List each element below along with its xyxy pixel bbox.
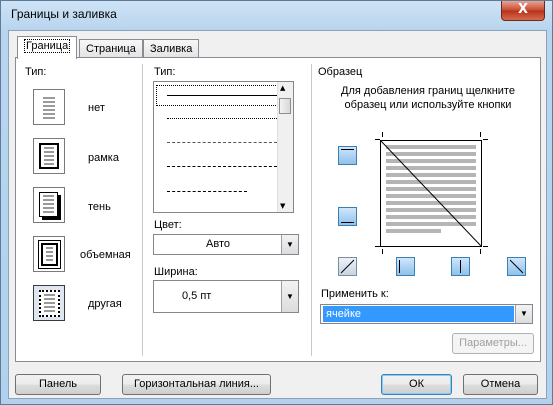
dialog-client-area: Граница Страница Заливка Тип: нет рамка … [8,30,547,399]
corner-tick [483,139,488,140]
scroll-up-icon[interactable]: ▲ [280,84,285,92]
setting-custom-label: другая [88,298,122,310]
tab-page[interactable]: Страница [79,39,143,58]
chevron-down-icon[interactable]: ▼ [515,305,532,323]
custom-border-icon [39,290,60,317]
setting-shadow-button[interactable] [33,187,65,223]
line-style-scrollbar[interactable]: ▲ ▼ [277,82,293,212]
divider-right [311,64,312,356]
border-preview[interactable] [380,140,482,247]
bottom-border-button[interactable] [338,207,357,226]
horizontal-line-button[interactable]: Горизонтальная линия... [122,374,271,395]
cancel-button[interactable]: Отмена [463,374,538,395]
divider-left [142,64,143,356]
dialog-window: Границы и заливка X Граница Страница Зал… [0,0,553,405]
close-button[interactable]: X [501,1,545,21]
color-label: Цвет: [154,219,182,231]
style-label: Тип: [154,66,176,78]
setting-box-button[interactable] [33,138,65,174]
color-value: Авто [206,238,230,250]
ok-button[interactable]: ОК [381,374,452,395]
setting-custom-button[interactable] [33,285,65,321]
setting-3d-button[interactable] [33,236,65,272]
diagonal-down-border-button[interactable] [507,257,526,276]
line-style-list[interactable]: ▲ ▼ [153,81,294,213]
setting-none-label: нет [88,102,105,114]
preview-label: Образец [318,66,363,78]
preview-hint: Для добавления границ щелкните образец и… [341,85,515,111]
tab-shading[interactable]: Заливка [143,39,200,58]
apply-to-select[interactable]: ячейке ▼ [320,304,533,324]
chevron-down-icon[interactable]: ▼ [281,235,298,254]
corner-tick [483,246,488,247]
no-border-icon [40,95,58,119]
inside-vertical-border-button[interactable] [451,257,470,276]
color-select[interactable]: Авто ▼ [153,234,299,255]
diagonal-up-border-button[interactable] [338,257,357,276]
box-border-icon [39,143,59,169]
diagonal-border-line [381,141,481,246]
setting-3d-label: объемная [80,249,131,261]
apply-to-label: Применить к: [321,288,389,300]
scroll-thumb[interactable] [279,98,291,114]
tab-border-label: Граница [24,39,71,53]
options-button[interactable]: Параметры... [452,333,534,354]
inside-vertical-icon [460,260,461,273]
scroll-down-icon[interactable]: ▼ [280,202,285,210]
width-label: Ширина: [154,266,198,278]
corner-tick [480,249,481,254]
tab-border[interactable]: Граница [17,36,78,59]
line-style-dotted[interactable] [167,118,277,119]
top-border-icon [341,149,354,150]
top-border-button[interactable] [338,146,357,165]
bottom-border-icon [341,222,354,223]
line-style-fine-dash[interactable] [167,142,277,143]
line-style-dash[interactable] [167,166,277,167]
width-select[interactable]: 0,5 пт ▼ [153,280,299,313]
tab-panel-border: Тип: нет рамка тень объемная другая Тип:… [15,57,541,362]
left-border-button[interactable] [396,257,415,276]
setting-label: Тип: [25,66,47,78]
chevron-down-icon[interactable]: ▼ [281,281,298,312]
dialog-title: Границы и заливка [11,7,117,21]
setting-shadow-label: тень [88,201,111,213]
corner-tick [382,249,383,254]
corner-tick [480,132,481,137]
color-label-text: Цвет: [154,219,182,231]
line-style-dash-dot[interactable] [167,191,247,192]
diagonal-down-icon [509,259,524,274]
diagonal-up-icon [340,259,355,274]
apply-to-value: ячейке [323,306,514,322]
width-value: 0,5 пт [182,290,212,302]
left-border-icon [399,260,400,273]
3d-border-icon [38,240,61,269]
line-style-solid[interactable] [167,95,277,96]
shadow-border-icon [39,192,58,217]
panel-button[interactable]: Панель [15,374,101,395]
setting-none-button[interactable] [33,89,65,125]
setting-box-label: рамка [88,152,119,164]
corner-tick [382,132,383,137]
